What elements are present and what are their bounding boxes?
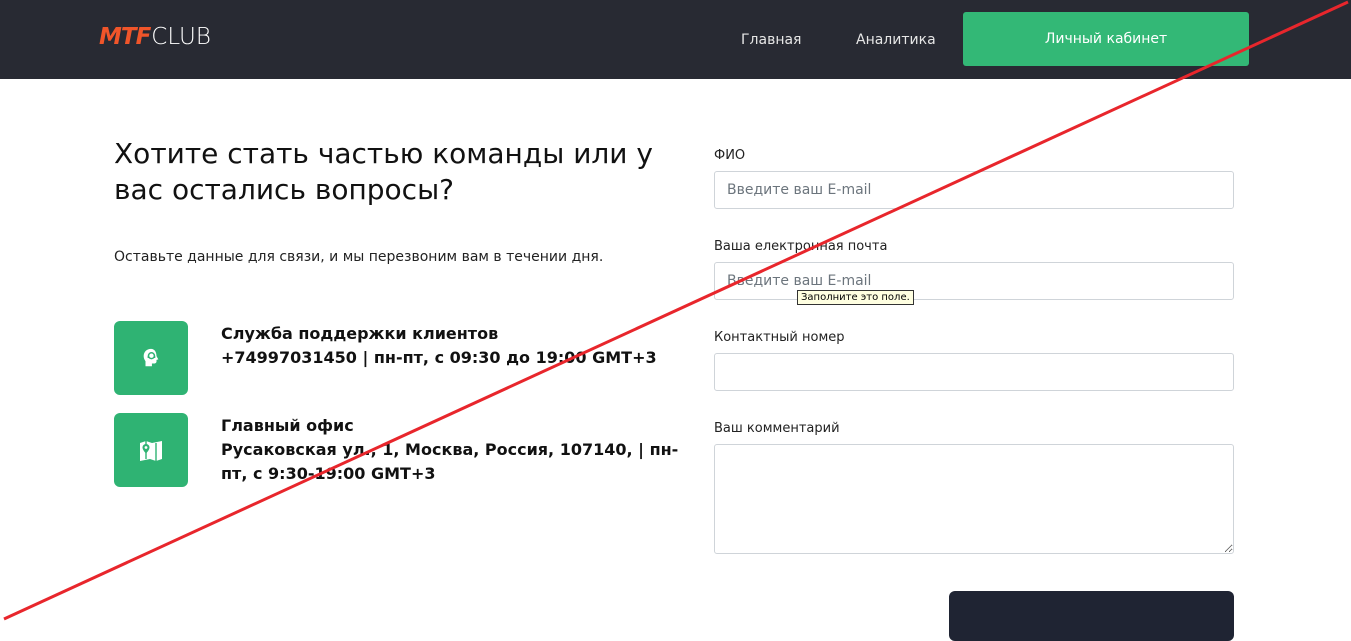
office-details: Русаковская ул., 1, Москва, Россия, 1071… xyxy=(221,440,679,483)
nav-link-main[interactable]: Главная xyxy=(741,32,801,48)
support-headset-icon xyxy=(114,321,188,395)
nav-link-analytics[interactable]: Аналитика xyxy=(856,32,936,48)
support-contact: Служба поддержки клиентов +74997031450 |… xyxy=(221,322,691,370)
office-title: Главный офис xyxy=(221,416,354,435)
comment-label: Ваш комментарий xyxy=(714,421,840,436)
map-pin-icon xyxy=(114,413,188,487)
site-header: MTF CLUB Главная Аналитика Личный кабине… xyxy=(0,0,1351,79)
name-input[interactable] xyxy=(714,171,1234,209)
support-details: +74997031450 | пн-пт, с 09:30 до 19:00 G… xyxy=(221,348,657,367)
comment-textarea[interactable] xyxy=(714,444,1234,554)
phone-input[interactable] xyxy=(714,353,1234,391)
logo-mtf: MTF xyxy=(99,24,151,50)
phone-label: Контактный номер xyxy=(714,330,845,345)
submit-button[interactable] xyxy=(949,591,1234,641)
email-label: Ваша електронная почта xyxy=(714,239,888,254)
name-label: ФИО xyxy=(714,148,746,163)
page-title: Хотите стать частью команды или у вас ос… xyxy=(114,137,653,206)
personal-cabinet-button[interactable]: Личный кабинет xyxy=(963,12,1249,66)
logo-club: CLUB xyxy=(151,24,211,50)
email-input[interactable] xyxy=(714,262,1234,300)
page-subtitle: Оставьте данные для связи, и мы перезвон… xyxy=(114,249,604,265)
office-contact: Главный офис Русаковская ул., 1, Москва,… xyxy=(221,414,691,486)
mtf-club-logo[interactable]: MTF CLUB xyxy=(99,24,211,50)
required-field-tooltip: Заполните это поле. xyxy=(797,290,914,305)
support-title: Служба поддержки клиентов xyxy=(221,324,499,343)
